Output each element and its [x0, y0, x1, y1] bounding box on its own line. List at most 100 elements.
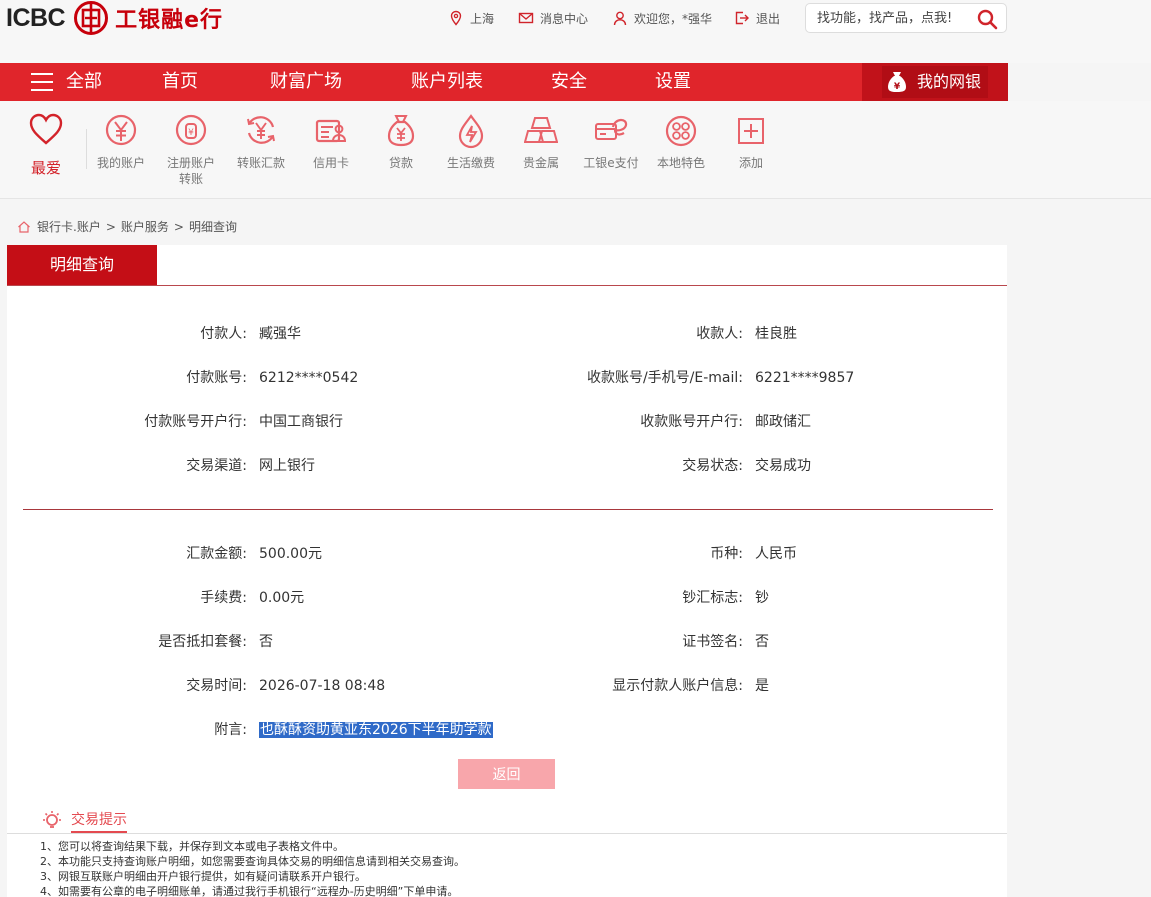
currency-label: 币种: [710, 546, 743, 562]
tips-divider [7, 833, 1007, 834]
payee-account-value: 6221****9857 [755, 370, 855, 386]
yuan-account-icon [105, 114, 137, 146]
tips-title: 交易提示 [71, 809, 127, 833]
section-divider [23, 509, 993, 510]
favorite-label: 最爱 [30, 159, 61, 177]
shortcut-label: 我的账户 [96, 156, 145, 170]
remark-text: 也酥酥资助黄亚东2026下半年助学款 [259, 722, 493, 738]
search-box [805, 3, 1007, 33]
remark-label: 附言: [214, 722, 247, 738]
favorite-button[interactable]: 最爱 [26, 113, 66, 178]
logout-icon [735, 11, 749, 25]
logout-link[interactable]: 退出 [734, 8, 780, 28]
local-feature-icon [665, 115, 697, 147]
package-label: 是否抵扣套餐: [158, 634, 247, 650]
remark-value[interactable]: 也酥酥资助黄亚东2026下半年助学款 [259, 720, 493, 740]
shortcut-my-account[interactable]: 我的账户 [86, 113, 156, 171]
fee-value: 0.00元 [259, 590, 305, 606]
shortcut-utility[interactable]: 生活缴费 [436, 113, 506, 171]
nav-settings[interactable]: 设置 [655, 63, 691, 101]
shortcut-credit-card[interactable]: 信用卡 [296, 113, 366, 171]
shortcut-local-features[interactable]: 本地特色 [646, 113, 716, 171]
add-icon [738, 118, 764, 144]
icbc-logo[interactable]: ICBC 工银融e行 [6, 0, 223, 36]
time-value: 2026-07-18 08:48 [259, 678, 386, 694]
payer-account-label: 付款账号: [186, 370, 247, 386]
payer-bank-label: 付款账号开户行: [144, 414, 247, 430]
breadcrumb-item[interactable]: 银行卡.账户 [37, 218, 101, 235]
menu-icon[interactable] [31, 73, 53, 91]
breadcrumb-separator: > [173, 219, 184, 234]
loan-bag-icon [387, 115, 415, 147]
utility-drop-icon [458, 114, 484, 149]
message-center-text: 消息中心 [540, 11, 589, 26]
back-button[interactable]: 返回 [458, 759, 555, 789]
shortcut-label: 贷款 [388, 156, 413, 170]
amount-value: 500.00元 [259, 546, 322, 562]
tab-underline [7, 285, 1007, 286]
shortcut-label: 贵金属 [522, 156, 559, 170]
show-info-value: 是 [755, 678, 769, 694]
tips-header: 交易提示 [41, 809, 127, 833]
shortcut-label: 本地特色 [656, 156, 705, 170]
channel-value: 网上银行 [259, 458, 315, 474]
tip-item: 4、如需要有公章的电子明细账单，请通过我行手机银行“远程办-历史明细”下单申请。 [40, 885, 459, 897]
heart-icon [29, 113, 63, 145]
search-icon[interactable] [976, 8, 998, 30]
breadcrumb-item: 明细查询 [188, 220, 237, 234]
time-label: 交易时间: [186, 678, 247, 694]
logout-text: 退出 [756, 11, 781, 26]
amount-label: 汇款金额: [186, 546, 247, 562]
location-link[interactable]: 上海 [448, 8, 494, 28]
tab-detail-query[interactable]: 明细查询 [7, 245, 157, 285]
shortcut-label: 信用卡 [312, 156, 349, 170]
location-pin-icon [450, 10, 462, 26]
nav-all[interactable]: 全部 [66, 63, 102, 101]
tip-item: 3、网银互联账户明细由开户银行提供，如有疑问请联系开户银行。 [40, 870, 366, 883]
shortcut-add[interactable]: 添加 [716, 113, 786, 171]
shortcut-registered-transfer[interactable]: ¥ 注册账户转账 [156, 113, 226, 187]
shortcut-transfer[interactable]: 转账汇款 [226, 113, 296, 171]
icbc-emblem-icon [74, 1, 109, 35]
home-icon[interactable] [17, 220, 31, 234]
payee-bank-label: 收款账号开户行: [640, 414, 743, 430]
shortcut-epay[interactable]: 工银e支付 [576, 113, 646, 171]
registered-transfer-icon: ¥ [175, 114, 207, 146]
shortcut-label: 注册账户转账 [166, 156, 215, 186]
epay-icon [595, 118, 628, 140]
tips-section: 交易提示 1、您可以将查询结果下载，并保存到文本或电子表格文件中。 2、本功能只… [7, 797, 1007, 897]
nav-accounts[interactable]: 账户列表 [411, 63, 483, 101]
nav-security[interactable]: 安全 [551, 63, 587, 101]
status-value: 交易成功 [755, 458, 811, 474]
credit-card-icon [315, 119, 347, 143]
tips-list: 1、您可以将查询结果下载，并保存到文本或电子表格文件中。 2、本功能只支持查询账… [40, 839, 465, 897]
my-bank-label: 我的网银 [917, 72, 982, 91]
shortcut-label: 添加 [738, 156, 763, 170]
top-bar: ICBC 工银融e行 上海 消息中心 欢迎您，*强华 退出 [0, 0, 1151, 63]
package-value: 否 [259, 634, 273, 650]
nav-wealth[interactable]: 财富广场 [270, 63, 342, 101]
logo-text: ICBC [6, 3, 66, 32]
mail-icon [518, 12, 534, 24]
welcome-text: 欢迎您，*强华 [634, 11, 713, 26]
channel-label: 交易渠道: [186, 458, 247, 474]
payer-account-value: 6212****0542 [259, 370, 359, 386]
payer-value: 臧强华 [259, 326, 301, 342]
welcome-user[interactable]: 欢迎您，*强华 [612, 8, 712, 28]
logo-cn-text: 工银融e行 [115, 8, 224, 33]
lightbulb-icon [43, 811, 61, 828]
shortcut-precious-metals[interactable]: 贵金属 [506, 113, 576, 171]
fee-label: 手续费: [200, 590, 247, 606]
nav-home[interactable]: 首页 [162, 63, 198, 101]
user-icon [613, 11, 627, 26]
cert-label: 证书签名: [682, 634, 743, 650]
breadcrumb-item[interactable]: 账户服务 [121, 218, 169, 235]
my-bank-button[interactable]: ¥ 我的网银 [862, 63, 1008, 101]
shortcut-loan[interactable]: 贷款 [366, 113, 436, 171]
shortcut-label: 转账汇款 [236, 156, 285, 170]
payee-account-label: 收款账号/手机号/E-mail: [586, 370, 743, 386]
message-center-link[interactable]: 消息中心 [518, 8, 588, 28]
search-input[interactable] [817, 10, 977, 26]
location-text: 上海 [470, 11, 495, 26]
money-bag-icon: ¥ [888, 72, 906, 92]
